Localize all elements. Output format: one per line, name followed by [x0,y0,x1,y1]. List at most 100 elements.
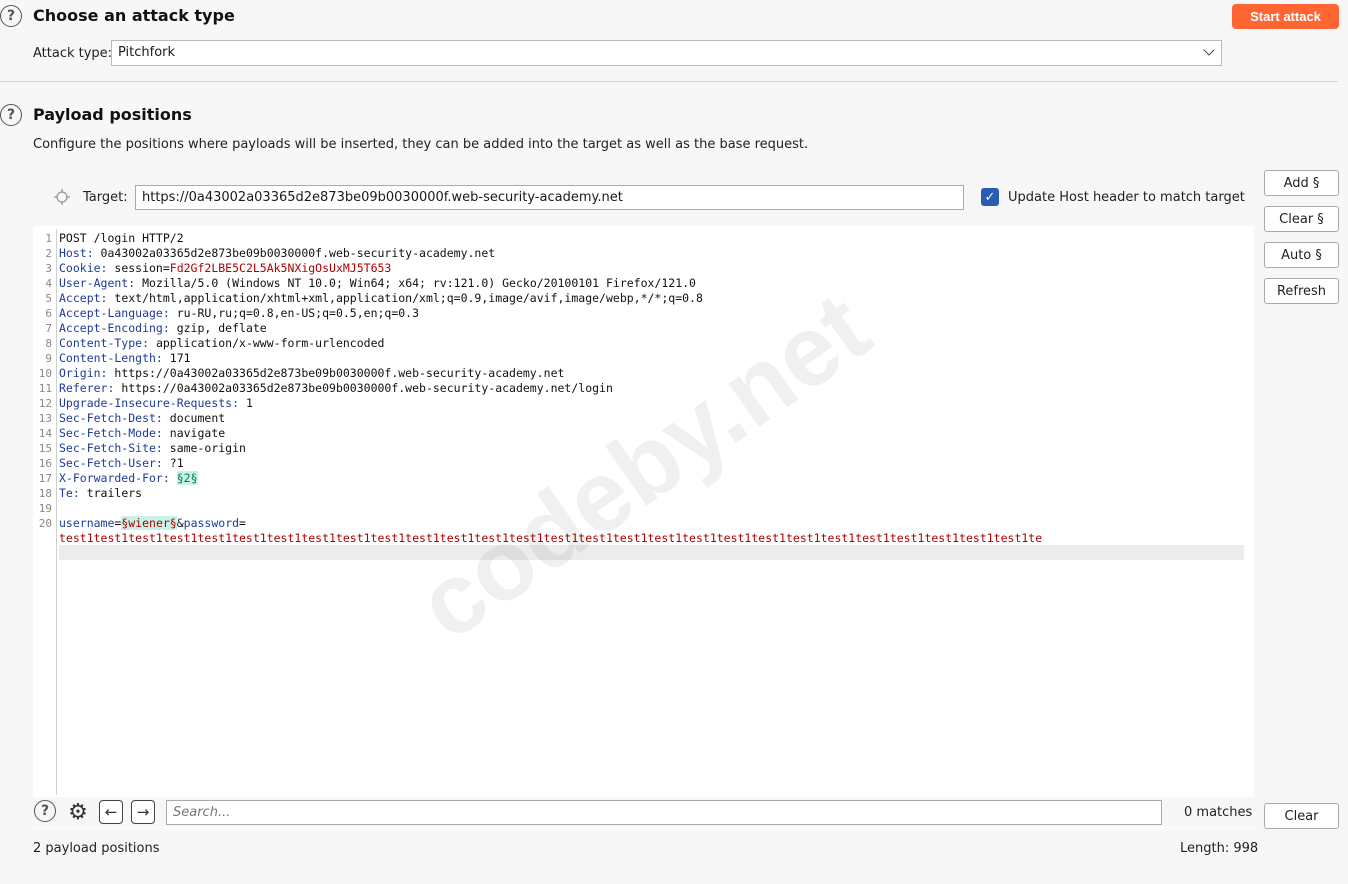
line-number: 1 [45,232,52,245]
editor-line: 1 POST /login HTTP/2 [33,231,1254,246]
body-eq: = [239,516,246,530]
header-value: https://0a43002a03365d2e873be09b0030000f… [107,366,565,380]
editor-line: 6 Accept-Language: ru-RU,ru;q=0.8,en-US;q… [33,306,1254,321]
crosshair-icon [54,189,70,205]
clear-markers-button[interactable]: Clear § [1264,206,1339,232]
attack-type-title: Choose an attack type [33,6,235,25]
line-code: Sec-Fetch-User: ?1 [59,456,184,471]
payload-positions-count: 2 payload positions [33,841,160,856]
editor-line: 3 Cookie: session=Fd2Gf2LBE5C2L5Ak5NXigOs… [33,261,1254,276]
target-label: Target: [83,190,128,205]
header-key: Content-Length: [59,351,163,365]
line-number: 10 [38,367,52,380]
line-code: X-Forwarded-For: §2§ [59,471,198,486]
line-number: 15 [38,442,52,455]
header-value: 1 [239,396,253,410]
line-code: User-Agent: Mozilla/5.0 (Windows NT 10.0… [59,276,696,291]
help-icon[interactable]: ? [0,5,22,27]
line-number: 11 [38,382,52,395]
header-key: Referer: [59,381,115,395]
header-value [170,471,177,485]
body-amp: & [176,516,184,530]
line-number: 14 [38,427,52,440]
editor-line: 2 Host: 0a43002a03365d2e873be09b0030000f.… [33,246,1254,261]
search-input[interactable]: Search... [166,800,1162,825]
header-value: Mozilla/5.0 (Windows NT 10.0; Win64; x64… [135,276,696,290]
search-clear-button[interactable]: Clear [1264,803,1339,829]
line-code: Sec-Fetch-Dest: document [59,411,225,426]
line-number: 20 [38,517,52,530]
header-value: ?1 [162,456,184,470]
header-value: same-origin [162,441,246,455]
body-key: username [59,516,115,530]
update-host-label: Update Host header to match target [1008,190,1245,205]
target-input[interactable]: https://0a43002a03365d2e873be09b0030000f… [135,185,964,210]
header-value: 171 [162,351,191,365]
header-key: Sec-Fetch-Site: [59,441,163,455]
line-number: 18 [38,487,52,500]
editor-line: 9 Content-Length: 171 [33,351,1254,366]
header-key: Sec-Fetch-User: [59,456,163,470]
request-line: POST /login HTTP/2 [59,231,184,245]
payload-positions-description: Configure the positions where payloads w… [33,137,809,152]
header-key: Sec-Fetch-Dest: [59,411,163,425]
header-value: navigate [162,426,226,440]
gear-icon[interactable]: ⚙ [66,800,90,825]
line-number: 5 [45,292,52,305]
add-marker-button[interactable]: Add § [1264,170,1339,196]
line-number: 4 [45,277,52,290]
header-key: Upgrade-Insecure-Requests: [59,396,240,410]
line-number: 13 [38,412,52,425]
header-key: Sec-Fetch-Mode: [59,426,163,440]
header-key: X-Forwarded-For: [59,471,170,485]
payload-marker: §2§ [176,471,198,485]
editor-line: 5 Accept: text/html,application/xhtml+xml… [33,291,1254,306]
attack-type-value: Pitchfork [118,45,176,60]
line-code: Sec-Fetch-Site: same-origin [59,441,246,456]
header-value: session= [107,261,170,275]
header-value: https://0a43002a03365d2e873be09b0030000f… [114,381,613,395]
request-length: Length: 998 [1180,841,1259,856]
header-value: trailers [79,486,143,500]
payload-marker: §wiener§ [121,516,177,530]
line-number: 6 [45,307,52,320]
payload-positions-title: Payload positions [33,105,192,124]
header-value: document [162,411,226,425]
editor-line: 11 Referer: https://0a43002a03365d2e873be… [33,381,1254,396]
line-code: Content-Type: application/x-www-form-url… [59,336,384,351]
line-code: Content-Length: 171 [59,351,191,366]
header-value: 0a43002a03365d2e873be09b0030000f.web-sec… [93,246,496,260]
arrow-right-icon[interactable]: → [131,800,155,824]
line-code: Accept-Encoding: gzip, deflate [59,321,267,336]
attack-type-select[interactable]: Pitchfork [111,40,1222,66]
arrow-left-icon[interactable]: ← [99,800,123,824]
line-code: POST /login HTTP/2 [59,231,184,246]
editor-line: 7 Accept-Encoding: gzip, deflate [33,321,1254,336]
header-key: Cookie: [59,261,108,275]
line-code: Referer: https://0a43002a03365d2e873be09… [59,381,613,396]
auto-markers-button[interactable]: Auto § [1264,242,1339,268]
line-number: 3 [45,262,52,275]
cookie-value: Fd2Gf2LBE5C2L5Ak5NXigOsUxMJ5T653 [169,261,392,275]
line-number: 2 [45,247,52,260]
header-value: application/x-www-form-urlencoded [149,336,385,350]
header-value: text/html,application/xhtml+xml,applicat… [107,291,703,305]
line-code: Origin: https://0a43002a03365d2e873be09b… [59,366,564,381]
line-number: 12 [38,397,52,410]
body-key: password [183,516,240,530]
start-attack-button[interactable]: Start attack [1232,4,1339,29]
gutter-divider [56,229,57,795]
help-icon[interactable]: ? [34,800,56,822]
line-code: Sec-Fetch-Mode: navigate [59,426,225,441]
refresh-button[interactable]: Refresh [1264,278,1339,304]
header-value: ru-RU,ru;q=0.8,en-US;q=0.5,en;q=0.3 [169,306,420,320]
line-code: Upgrade-Insecure-Requests: 1 [59,396,253,411]
header-value: gzip, deflate [169,321,267,335]
header-key: Accept: [59,291,108,305]
header-key: Host: [59,246,94,260]
header-key: Content-Type: [59,336,150,350]
update-host-checkbox[interactable]: ✓ [981,188,999,206]
line-number: 8 [45,337,52,350]
help-icon[interactable]: ? [0,104,22,126]
chevron-down-icon [1203,44,1215,56]
